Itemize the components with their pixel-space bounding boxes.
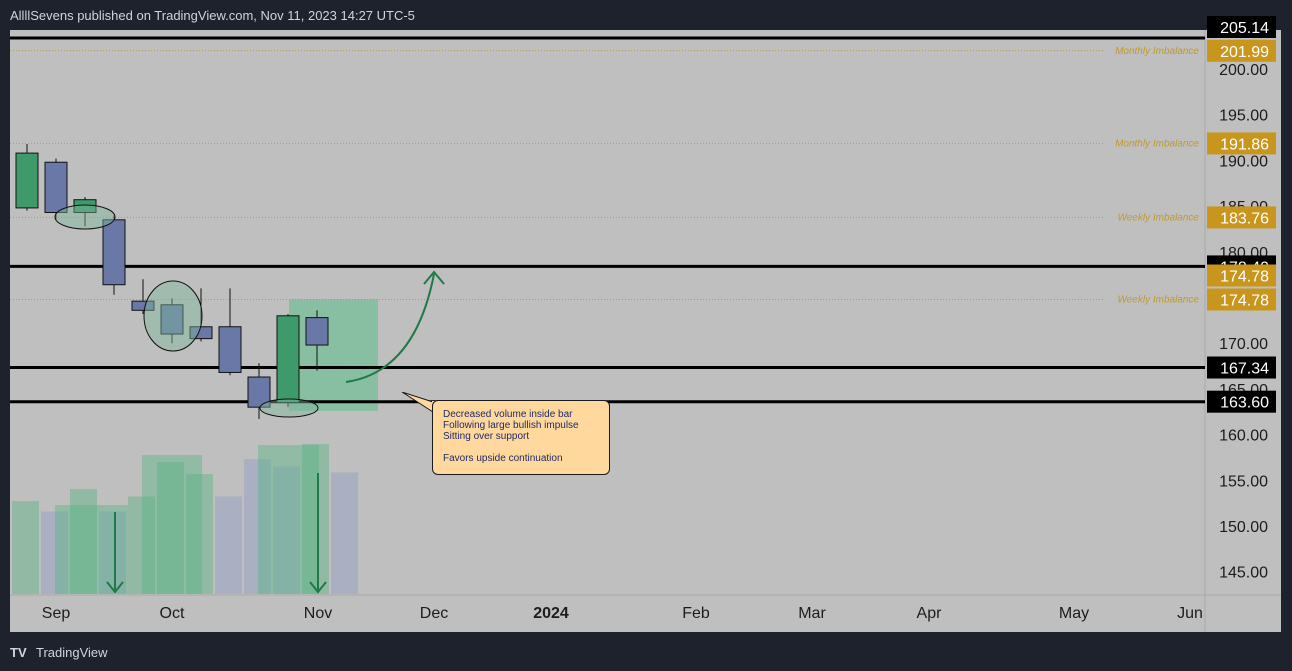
pattern-ellipse bbox=[259, 398, 319, 418]
y-tick-label: 195.00 bbox=[1219, 108, 1268, 125]
x-tick-label: Dec bbox=[420, 605, 448, 622]
candle-body bbox=[276, 315, 300, 404]
x-tick-label: Jun bbox=[1177, 605, 1203, 622]
volume-highlight bbox=[258, 445, 319, 594]
imbalance-label: Monthly Imbalance bbox=[1115, 138, 1199, 149]
volume-highlight bbox=[142, 455, 202, 594]
level-badge-label: 205.14 bbox=[1220, 20, 1269, 37]
y-tick-label: 200.00 bbox=[1219, 62, 1268, 79]
x-tick-label: Mar bbox=[798, 605, 826, 622]
volume-bar bbox=[12, 501, 39, 594]
pattern-ellipse bbox=[143, 280, 203, 352]
y-tick-label: 150.00 bbox=[1219, 519, 1268, 536]
highlight-zone bbox=[289, 299, 378, 411]
x-tick-label: Nov bbox=[304, 605, 332, 622]
x-tick-label: Feb bbox=[682, 605, 710, 622]
x-tick-label: Sep bbox=[42, 605, 71, 622]
y-tick-label: 170.00 bbox=[1219, 336, 1268, 353]
highlight-zone-group bbox=[289, 299, 378, 411]
imbalance-badge-label: 174.78 bbox=[1220, 293, 1269, 310]
x-tick-label: May bbox=[1059, 605, 1089, 622]
price-chart[interactable]: Monthly Imbalance Monthly Imbalance Weekly… bbox=[0, 0, 1292, 633]
callout-line-5: Favors upside continuation bbox=[443, 453, 563, 464]
volume-bar bbox=[331, 472, 358, 594]
imbalance-label: Weekly Imbalance bbox=[1117, 295, 1199, 306]
x-tick-label: 2024 bbox=[533, 605, 569, 622]
pattern-ellipse bbox=[54, 204, 116, 230]
tradingview-brand[interactable]: TradingView bbox=[36, 645, 108, 660]
callout-line-1: Decreased volume inside bar bbox=[443, 409, 573, 420]
candle-body bbox=[44, 161, 68, 213]
level-badge-label: 163.60 bbox=[1220, 395, 1269, 412]
x-tick-label: Apr bbox=[917, 605, 943, 622]
y-tick-label: 160.00 bbox=[1219, 428, 1268, 445]
bottom-bar: TV TradingView bbox=[0, 633, 1292, 671]
callout-line-2: Following large bullish impulse bbox=[443, 420, 579, 431]
imbalance-badge-label: 201.99 bbox=[1220, 44, 1269, 61]
candle-body bbox=[218, 326, 242, 373]
candle-body bbox=[305, 317, 329, 346]
callout-line-3: Sitting over support bbox=[443, 431, 530, 442]
volume-highlight bbox=[55, 505, 128, 594]
callout-spacer bbox=[443, 442, 599, 453]
candle-body bbox=[102, 219, 126, 286]
y-tick-label: 145.00 bbox=[1219, 565, 1268, 582]
y-tick-label: 155.00 bbox=[1219, 473, 1268, 490]
level-badge-label: 167.34 bbox=[1220, 361, 1269, 378]
imbalance-badge-label: 191.86 bbox=[1220, 136, 1269, 153]
volume-bar bbox=[215, 496, 242, 594]
candle-body bbox=[15, 152, 39, 209]
tradingview-logo-icon[interactable]: TV bbox=[10, 645, 27, 660]
x-tick-label: Oct bbox=[160, 605, 185, 622]
imbalance-label: Monthly Imbalance bbox=[1115, 46, 1199, 57]
time-axis-background bbox=[10, 595, 1281, 632]
imbalance-badge-label: 183.76 bbox=[1220, 210, 1269, 227]
imbalance-badge-extra-label: 174.78 bbox=[1220, 269, 1269, 286]
y-tick-label: 190.00 bbox=[1219, 153, 1268, 170]
imbalance-label: Weekly Imbalance bbox=[1117, 212, 1199, 223]
annotation-callout: Decreased volume inside bar Following la… bbox=[432, 400, 610, 475]
